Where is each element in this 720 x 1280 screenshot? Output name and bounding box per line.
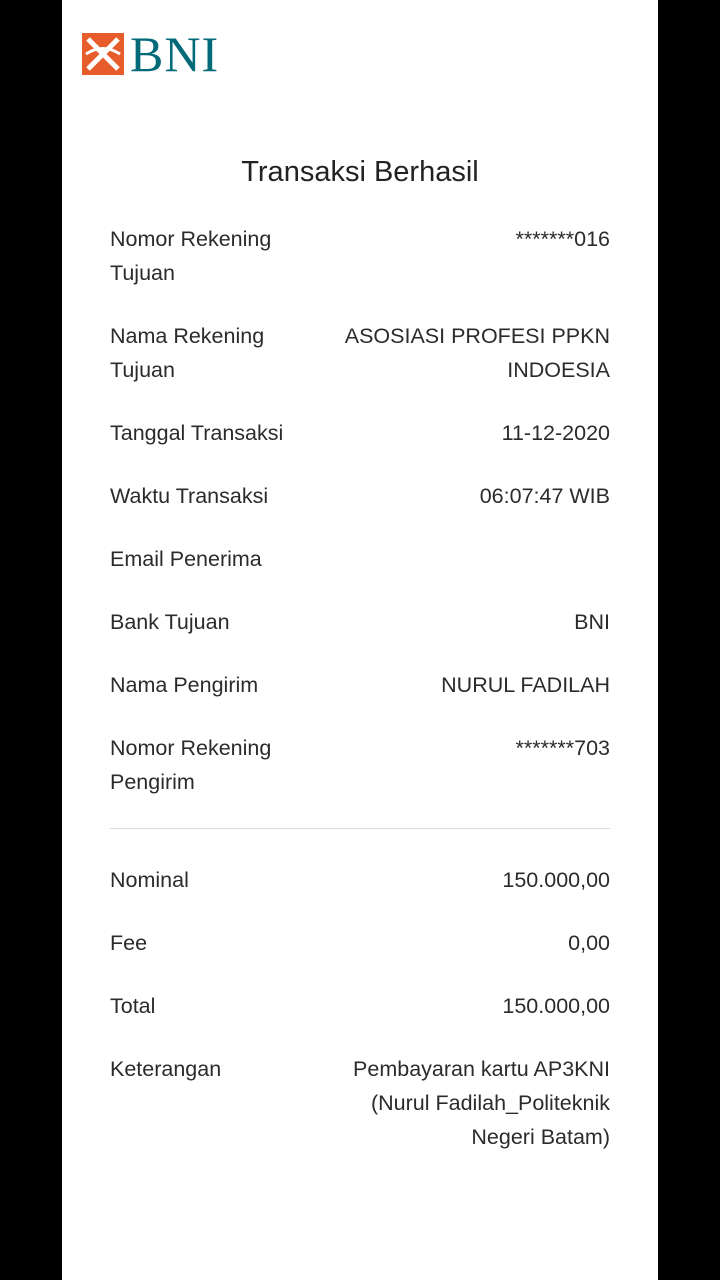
detail-row-recipient-email: Email Penerima xyxy=(110,542,610,576)
bni-logo: BNI xyxy=(82,26,220,82)
detail-row-sender-name: Nama Pengirim NURUL FADILAH xyxy=(110,668,610,702)
amount-value: Pembayaran kartu AP3KNI (Nurul Fadilah_P… xyxy=(353,1057,610,1149)
amount-value: 150.000,00 xyxy=(502,868,610,892)
receipt-page: BNI Transaksi Berhasil Nomor Rekening Tu… xyxy=(62,0,658,1280)
amount-value: 150.000,00 xyxy=(502,994,610,1018)
detail-row-destination-bank: Bank Tujuan BNI xyxy=(110,605,610,639)
detail-label: Nomor Rekening Tujuan xyxy=(110,227,272,285)
bni-emblem-icon xyxy=(82,33,124,75)
detail-label: Nama Pengirim xyxy=(110,673,259,697)
detail-label: Tanggal Transaksi xyxy=(110,421,284,445)
detail-row-destination-name: Nama Rekening Tujuan ASOSIASI PROFESI PP… xyxy=(110,319,610,387)
amount-label: Keterangan xyxy=(110,1057,222,1081)
detail-row-sender-account: Nomor Rekening Pengirim *******703 xyxy=(110,731,610,799)
detail-value: *******016 xyxy=(515,227,610,251)
detail-label: Nomor Rekening Pengirim xyxy=(110,736,272,794)
detail-label: Email Penerima xyxy=(110,547,262,571)
amount-row-fee: Fee 0,00 xyxy=(110,926,610,960)
detail-value: BNI xyxy=(574,610,610,634)
detail-value: ASOSIASI PROFESI PPKN INDOESIA xyxy=(344,324,610,382)
amount-row-nominal: Nominal 150.000,00 xyxy=(110,863,610,897)
amount-label: Nominal xyxy=(110,868,189,892)
detail-row-destination-account: Nomor Rekening Tujuan *******016 xyxy=(110,222,610,290)
detail-value: 06:07:47 WIB xyxy=(479,484,610,508)
divider xyxy=(110,828,610,829)
page-title: Transaksi Berhasil xyxy=(241,156,479,188)
detail-label: Bank Tujuan xyxy=(110,610,230,634)
detail-value: 11-12-2020 xyxy=(501,421,610,445)
bni-logo-text: BNI xyxy=(130,26,220,82)
amount-row-description: Keterangan Pembayaran kartu AP3KNI (Nuru… xyxy=(110,1052,610,1154)
amount-label: Fee xyxy=(110,931,148,955)
detail-label: Nama Rekening Tujuan xyxy=(110,324,265,382)
receipt-details: Nomor Rekening Tujuan *******016 Nama Re… xyxy=(110,222,610,1183)
amount-value: 0,00 xyxy=(568,931,610,955)
amount-label: Total xyxy=(110,994,156,1018)
detail-label: Waktu Transaksi xyxy=(110,484,269,508)
detail-value: *******703 xyxy=(515,736,610,760)
detail-value: NURUL FADILAH xyxy=(441,673,610,697)
amount-row-total: Total 150.000,00 xyxy=(110,989,610,1023)
detail-row-transaction-time: Waktu Transaksi 06:07:47 WIB xyxy=(110,479,610,513)
detail-row-transaction-date: Tanggal Transaksi 11-12-2020 xyxy=(110,416,610,450)
